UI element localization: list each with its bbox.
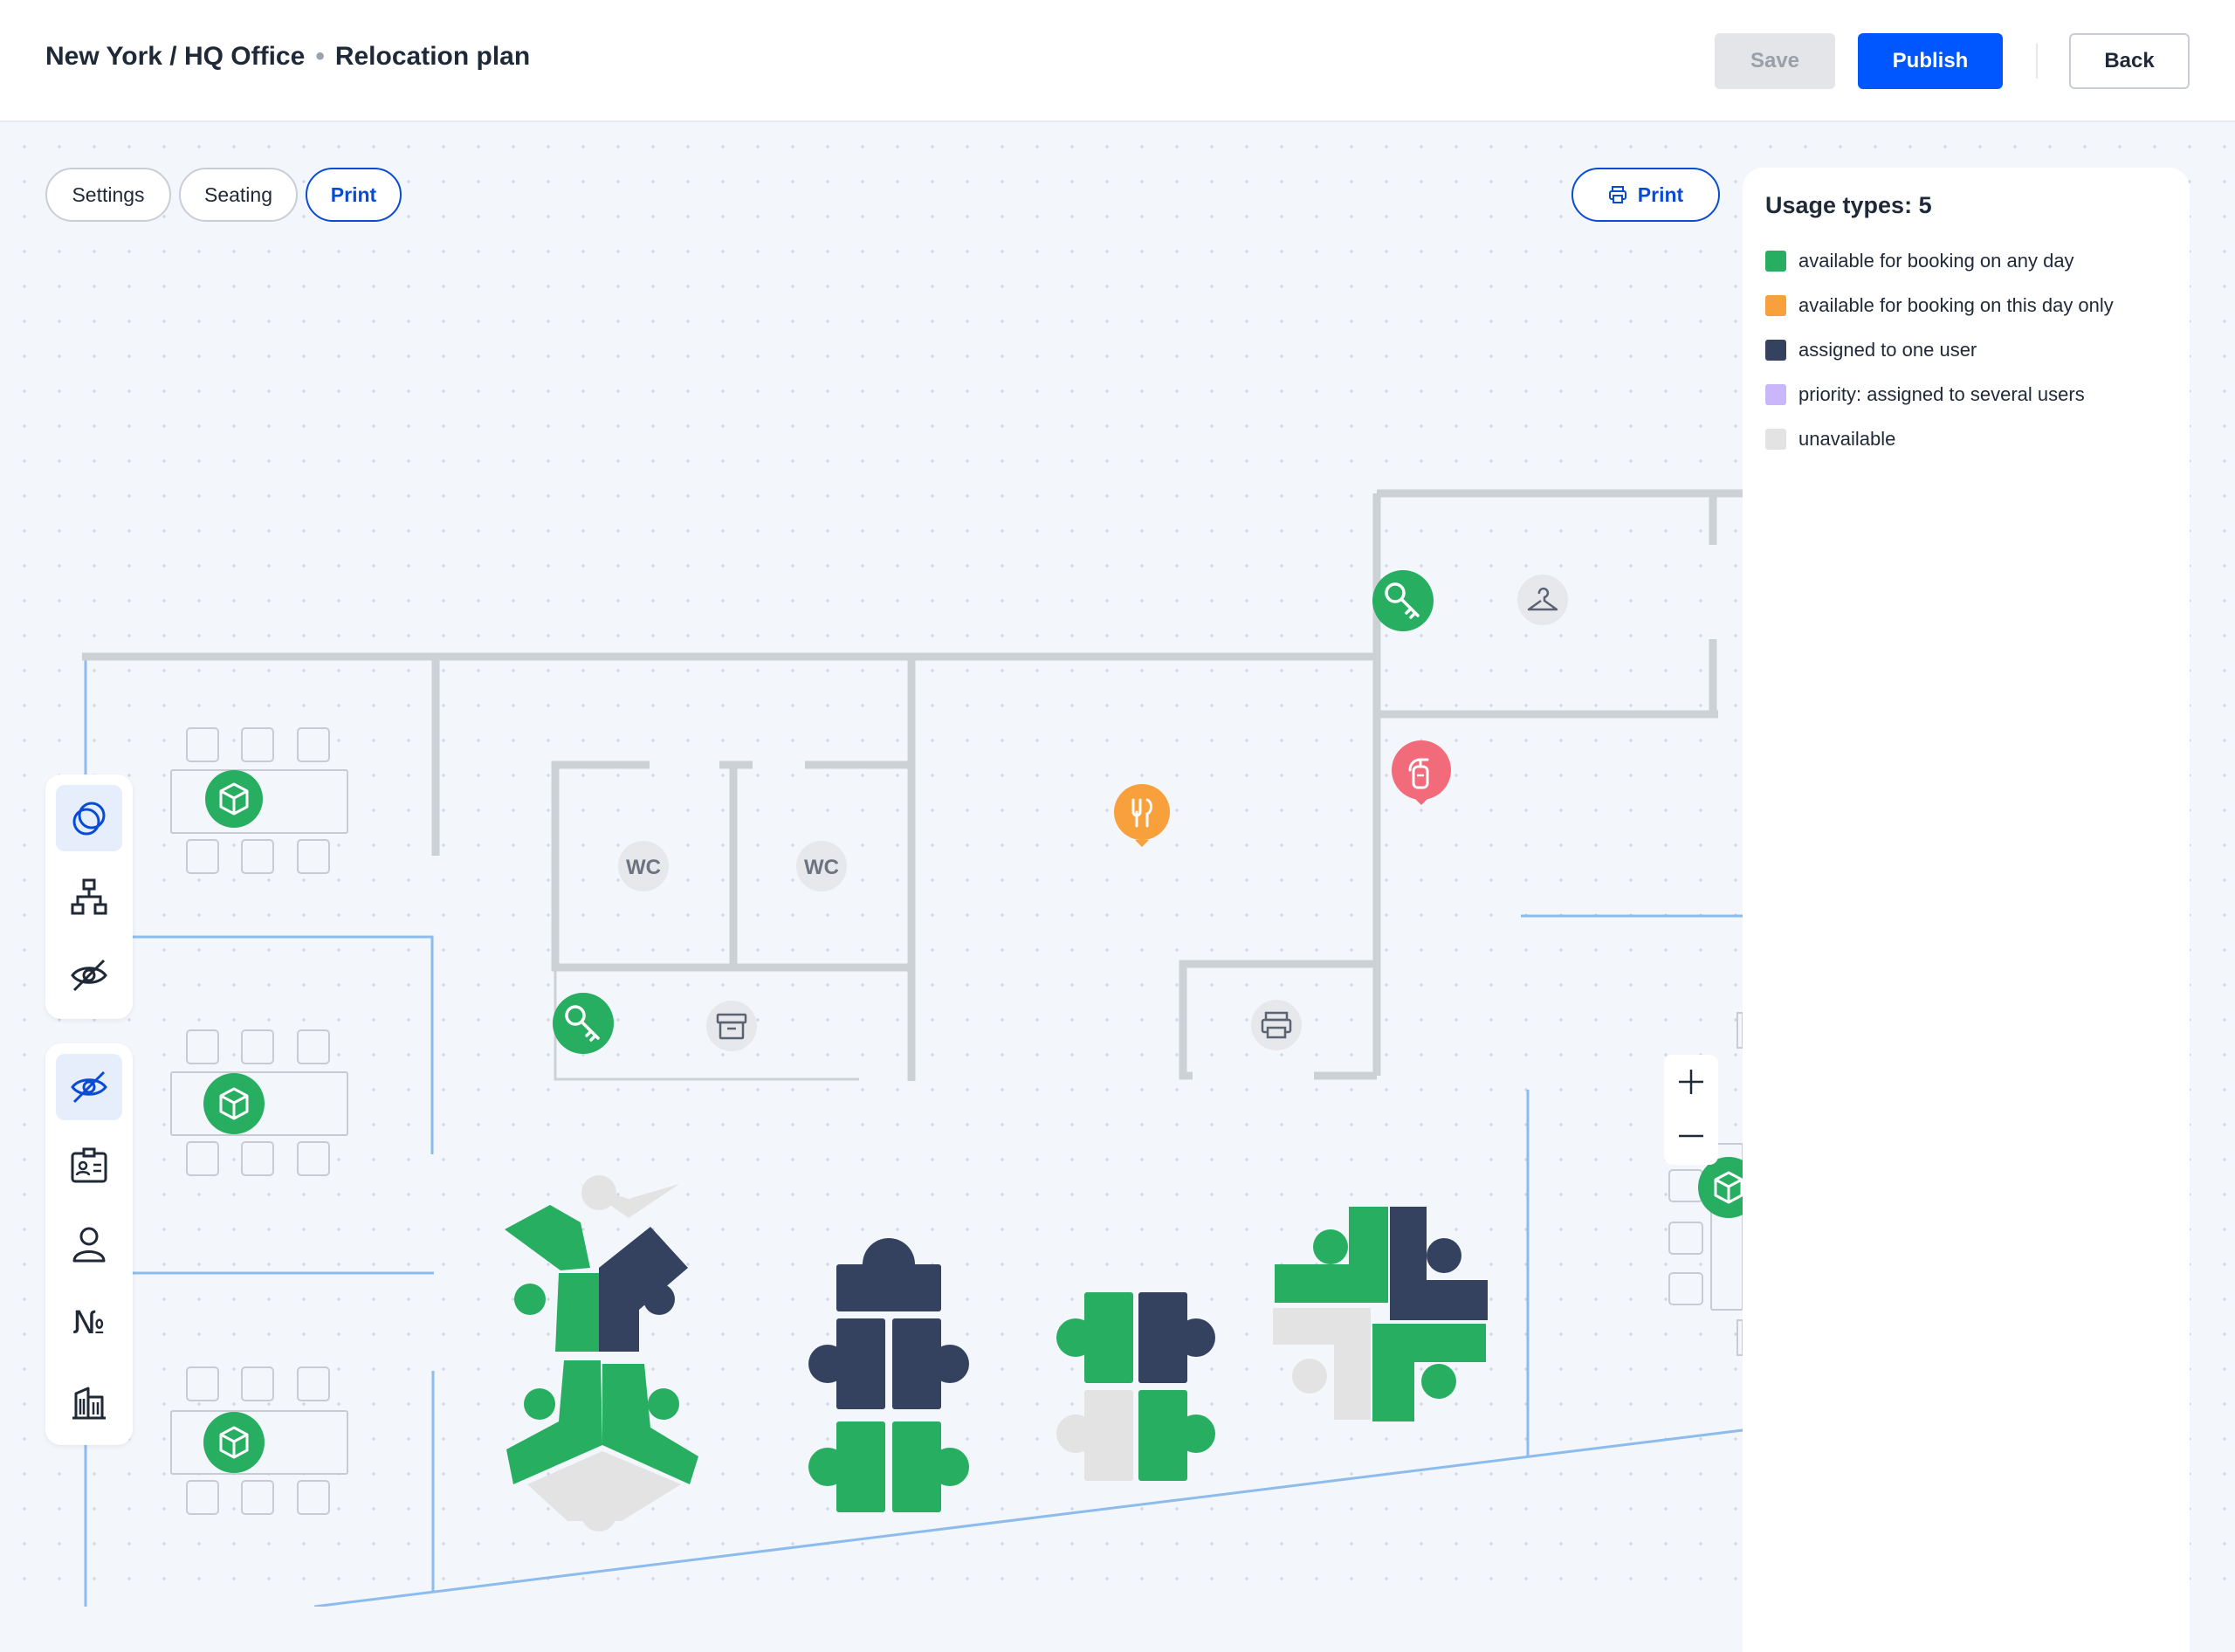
- legend-label: priority: assigned to several users: [1798, 382, 2085, 405]
- archive-icon[interactable]: [706, 1001, 757, 1051]
- header-divider: [2036, 44, 2038, 79]
- number-tool-button[interactable]: №: [56, 1290, 122, 1356]
- printer-icon: [1608, 186, 1626, 203]
- person-tool-button[interactable]: [56, 1211, 122, 1277]
- zoom-in-button[interactable]: [1664, 1055, 1718, 1109]
- meeting-room-icon[interactable]: [203, 1073, 265, 1134]
- breadcrumb-separator: •: [315, 42, 325, 71]
- legend-swatch: [1765, 294, 1786, 316]
- back-button[interactable]: Back: [2069, 33, 2190, 89]
- badge-icon: [71, 1147, 107, 1183]
- top-bar: New York / HQ Office • Relocation plan Sav…: [0, 0, 2235, 122]
- legend-label: available for booking on this day only: [1798, 293, 2114, 316]
- wc-marker[interactable]: WC: [618, 841, 669, 891]
- print-button-label: Print: [1637, 182, 1684, 206]
- dining-icon[interactable]: [1114, 784, 1170, 847]
- legend-item: available for booking on any day: [1765, 238, 2167, 283]
- hide-icon: [71, 959, 107, 992]
- legend-item: priority: assigned to several users: [1765, 372, 2167, 416]
- legend-label: assigned to one user: [1798, 338, 1977, 361]
- save-button[interactable]: Save: [1715, 33, 1835, 89]
- overlap-tool-button[interactable]: [56, 785, 122, 851]
- printer-icon[interactable]: [1251, 1000, 1302, 1050]
- key-icon[interactable]: [553, 993, 614, 1054]
- legend-swatch: [1765, 383, 1786, 405]
- usage-legend-panel: Usage types: 5 available for booking on …: [1743, 168, 2190, 1652]
- desk-group-pinwheel[interactable]: [1273, 1207, 1488, 1421]
- key-icon[interactable]: [1372, 570, 1434, 631]
- tab-settings[interactable]: Settings: [45, 168, 171, 222]
- wc-marker[interactable]: WC: [796, 841, 847, 891]
- meeting-room-icon[interactable]: [205, 770, 263, 828]
- hide-layer-tool-button[interactable]: [56, 1054, 122, 1120]
- badge-tool-button[interactable]: [56, 1132, 122, 1199]
- breadcrumb: New York / HQ Office • Relocation plan: [45, 42, 530, 72]
- legend-label: unavailable: [1798, 427, 1896, 450]
- page-title: Relocation plan: [334, 42, 531, 71]
- overlap-icon: [72, 802, 106, 836]
- tab-seating[interactable]: Seating: [179, 168, 298, 222]
- hide-icon: [71, 1070, 107, 1104]
- publish-button[interactable]: Publish: [1858, 33, 2003, 89]
- building-tool-button[interactable]: [56, 1368, 122, 1435]
- breadcrumb-location[interactable]: New York / HQ Office: [45, 42, 305, 71]
- legend-swatch: [1765, 339, 1786, 361]
- plus-icon: [1679, 1070, 1703, 1094]
- tab-print[interactable]: Print: [306, 168, 402, 222]
- meeting-room-icon[interactable]: [203, 1412, 265, 1473]
- person-icon: [72, 1227, 106, 1263]
- legend-item: available for booking on this day only: [1765, 283, 2167, 327]
- hanger-icon[interactable]: [1517, 575, 1568, 625]
- legend-label: available for booking on any day: [1798, 249, 2074, 272]
- wc-label: WC: [626, 856, 661, 879]
- desk-group-four[interactable]: [1056, 1292, 1215, 1481]
- legend-title: Usage types: 5: [1765, 192, 1932, 218]
- legend-swatch: [1765, 250, 1786, 272]
- hierarchy-tool-button[interactable]: [56, 864, 122, 930]
- wc-label: WC: [804, 856, 839, 879]
- desk-group-straight[interactable]: [808, 1238, 969, 1512]
- number-icon: №: [72, 1304, 106, 1341]
- print-button[interactable]: Print: [1571, 168, 1720, 222]
- minus-icon: [1679, 1134, 1703, 1138]
- legend-item: assigned to one user: [1765, 327, 2167, 372]
- legend-item: unavailable: [1765, 416, 2167, 461]
- hierarchy-icon: [71, 878, 107, 915]
- hide-tool-button[interactable]: [56, 942, 122, 1008]
- zoom-out-button[interactable]: [1664, 1109, 1718, 1163]
- zoom-controls: [1664, 1055, 1718, 1165]
- legend-swatch: [1765, 428, 1786, 450]
- tool-group-view: [45, 774, 133, 1019]
- tool-group-layers: №: [45, 1043, 133, 1445]
- desk-group-y-shape[interactable]: [505, 1175, 698, 1532]
- fire-extinguisher-icon[interactable]: [1392, 740, 1451, 805]
- building-icon: [72, 1387, 106, 1420]
